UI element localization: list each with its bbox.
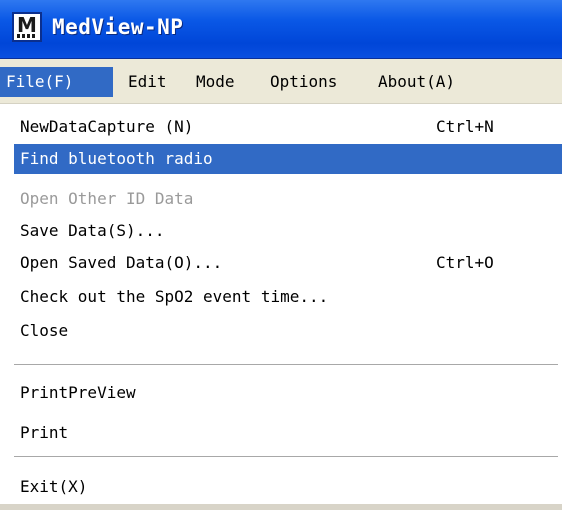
menu-item-new-data-capture[interactable]: NewDataCapture (N) Ctrl+N — [14, 112, 562, 142]
menu-item-open-other-id-data: Open Other ID Data — [14, 184, 562, 214]
menu-item-label: NewDataCapture (N) — [20, 117, 194, 136]
window-title: MedView-NP — [52, 15, 184, 39]
menu-item-label: Close — [20, 321, 69, 340]
menu-item-close[interactable]: Close — [14, 316, 562, 346]
menu-item-check-spo2-event-time[interactable]: Check out the SpO2 event time... — [14, 282, 562, 312]
menu-separator — [14, 364, 558, 366]
menu-item-print-preview[interactable]: PrintPreView — [14, 378, 562, 408]
window-bottom-edge — [0, 504, 562, 510]
menu-item-label: Print — [20, 423, 69, 442]
menu-item-label: Exit(X) — [20, 477, 88, 496]
menu-item-save-data[interactable]: Save Data(S)... — [14, 216, 562, 246]
menu-separator — [14, 456, 558, 458]
menu-item-shortcut: Ctrl+N — [436, 117, 494, 136]
menu-item-label: Check out the SpO2 event time... — [20, 287, 329, 306]
menu-about[interactable]: About(A) — [372, 67, 482, 97]
menu-bar: File(F) Edit Mode Options About(A) — [0, 59, 562, 104]
menu-edit[interactable]: Edit — [122, 67, 182, 97]
menu-item-print[interactable]: Print — [14, 418, 562, 448]
title-bar[interactable]: M MedView-NP — [0, 0, 562, 59]
menu-item-exit[interactable]: Exit(X) — [14, 472, 562, 502]
menu-item-label: Open Saved Data(O)... — [20, 253, 223, 272]
menu-item-label: Find bluetooth radio — [20, 149, 213, 168]
menu-item-find-bluetooth-radio[interactable]: Find bluetooth radio — [14, 144, 562, 174]
menu-item-label: PrintPreView — [20, 383, 136, 402]
app-logo-icon[interactable]: M — [12, 12, 42, 42]
menu-item-label: Save Data(S)... — [20, 221, 165, 240]
menu-file[interactable]: File(F) — [0, 67, 113, 97]
menu-options[interactable]: Options — [264, 67, 364, 97]
menu-item-shortcut: Ctrl+O — [436, 253, 494, 272]
file-dropdown-menu: NewDataCapture (N) Ctrl+N Find bluetooth… — [0, 104, 562, 510]
menu-item-label: Open Other ID Data — [20, 189, 194, 208]
menu-item-open-saved-data[interactable]: Open Saved Data(O)... Ctrl+O — [14, 248, 562, 278]
menu-mode[interactable]: Mode — [190, 67, 254, 97]
